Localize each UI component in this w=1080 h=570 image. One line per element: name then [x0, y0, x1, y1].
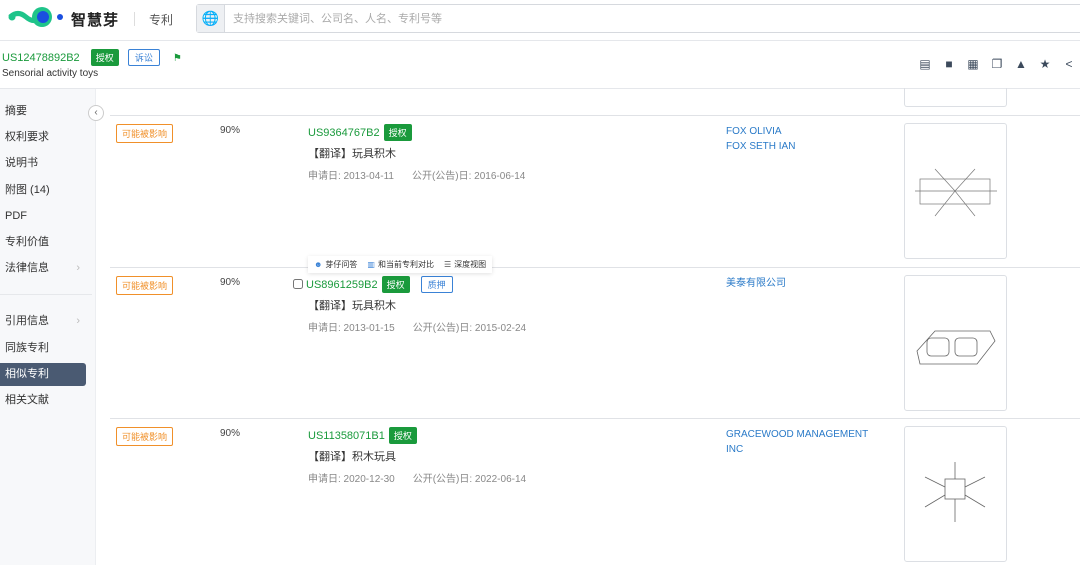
status-badge: 授权 — [383, 124, 412, 141]
patent-drawing-thumbnail[interactable] — [904, 275, 1007, 411]
calendar-icon[interactable]: ▦ — [966, 57, 980, 71]
search-input[interactable] — [225, 5, 1080, 32]
table-row: 可能被影响 90% US9364767B2 授权 【翻译】玩具积木 申请日: 20… — [110, 115, 1080, 267]
assignee-link[interactable]: FOX OLIVIA — [726, 124, 886, 139]
sidebar-item-label: 引用信息 — [5, 315, 49, 327]
qa-button[interactable]: ☻ 芽仔问答 — [314, 259, 357, 270]
sidebar-item-pdf[interactable]: PDF — [0, 205, 86, 228]
patent-drawing-thumbnail[interactable] — [904, 123, 1007, 259]
top-header: 智慧芽 专利 🌐 — [0, 0, 1080, 41]
sidebar: 摘要 权利要求 说明书 附图 (14) PDF 专利价值 法律信息 › 引用信息 ›… — [0, 89, 96, 565]
application-date: 申请日: 2013-01-15 — [308, 323, 395, 334]
label: 芽仔问答 — [325, 260, 358, 269]
sidebar-item-claims[interactable]: 权利要求 — [0, 126, 86, 149]
divider — [134, 12, 135, 26]
patent-header: US12478892B2 授权 诉讼 ⚑ Sensorial activity … — [0, 41, 1080, 89]
patent-drawing-thumbnail[interactable] — [904, 426, 1007, 562]
sidebar-item-figures[interactable]: 附图 (14) — [0, 179, 86, 202]
publication-date: 公开(公告)日: 2022-06-14 — [412, 474, 527, 485]
pdf-download-icon[interactable]: ▤ — [918, 57, 932, 71]
similarity: 90% — [220, 277, 241, 288]
nav-patent[interactable]: 专利 — [149, 11, 173, 28]
similarity: 90% — [220, 428, 241, 439]
sidebar-item-citations[interactable]: 引用信息 › — [0, 310, 86, 333]
pledge-badge: 质押 — [420, 276, 453, 293]
result-title: 【翻译】积木玩具 — [308, 451, 396, 463]
sidebar-item-legal[interactable]: 法律信息 › — [0, 257, 86, 280]
result-title: 【翻译】玩具积木 — [308, 148, 396, 160]
select-checkbox[interactable] — [293, 279, 303, 289]
collapse-sidebar-button[interactable]: ‹ — [88, 105, 104, 121]
divider — [0, 294, 92, 295]
patent-number: US12478892B2 — [2, 52, 80, 64]
sidebar-item-value[interactable]: 专利价值 — [0, 231, 86, 254]
flag-icon[interactable]: ⚑ — [173, 53, 182, 64]
result-patent-number[interactable]: US8961259B2 — [306, 279, 378, 291]
sidebar-item-abstract[interactable]: 摘要 — [0, 100, 86, 123]
result-title: 【翻译】玩具积木 — [308, 300, 396, 312]
assignee-link[interactable]: GRACEWOOD MANAGEMENT INC — [726, 427, 876, 457]
impact-badge: 可能被影响 — [116, 276, 174, 295]
application-date: 申请日: 2020-12-30 — [308, 474, 395, 485]
publication-date: 公开(公告)日: 2015-02-24 — [412, 323, 527, 334]
application-date: 申请日: 2013-04-11 — [308, 171, 394, 182]
label: 深度视图 — [454, 260, 487, 269]
sidebar-item-similar[interactable]: 相似专利 — [0, 363, 86, 386]
impact-badge: 可能被影响 — [116, 427, 174, 446]
star-icon[interactable]: ★ — [1038, 57, 1052, 71]
globe-icon[interactable]: 🌐 — [197, 5, 225, 32]
robot-icon: ☻ — [314, 260, 323, 269]
sidebar-item-family[interactable]: 同族专利 — [0, 337, 86, 360]
similarity: 90% — [220, 125, 241, 136]
impact-badge: 可能被影响 — [116, 124, 174, 143]
sidebar-item-description[interactable]: 说明书 — [0, 152, 86, 175]
folder-icon[interactable]: ■ — [942, 57, 956, 71]
list-icon: ☰ — [443, 260, 452, 269]
status-badge: 授权 — [381, 276, 410, 293]
patent-drawing-thumbnail[interactable] — [904, 88, 1007, 107]
deep-view-button[interactable]: ☰ 深度视图 — [444, 259, 486, 270]
table-row: 可能被影响 90% US11358071B1 授权 【翻译】积木玩具 申请日: 2… — [110, 418, 1080, 570]
status-badge: 授权 — [90, 49, 119, 66]
sidebar-item-label: 法律信息 — [5, 262, 49, 274]
publication-date: 公开(公告)日: 2016-06-14 — [411, 171, 526, 182]
label: 和当前专利对比 — [377, 260, 434, 269]
table-row: 可能被影响 90% US8961259B2 授权 质押 【翻译】玩具积木 申请日:… — [110, 267, 1080, 419]
search-bar: 🌐 — [196, 4, 1080, 33]
compare-button[interactable]: ▥ 和当前专利对比 — [367, 259, 434, 270]
upload-icon[interactable]: ▲ — [1014, 57, 1028, 71]
share-icon[interactable]: < — [1062, 57, 1076, 71]
result-patent-number[interactable]: US9364767B2 — [308, 127, 380, 139]
chevron-right-icon: › — [76, 262, 80, 274]
result-patent-number[interactable]: US11358071B1 — [308, 430, 385, 442]
assignee-link[interactable]: 美泰有限公司 — [726, 276, 886, 291]
copy-icon[interactable]: ❐ — [990, 57, 1004, 71]
hover-toolbar: ☻ 芽仔问答 ▥ 和当前专利对比 ☰ 深度视图 — [308, 256, 493, 273]
status-badge: 授权 — [388, 427, 417, 444]
logo-icon[interactable] — [8, 6, 66, 28]
chevron-right-icon: › — [76, 315, 80, 327]
sidebar-item-literature[interactable]: 相关文献 — [0, 389, 86, 412]
assignee-link[interactable]: FOX SETH IAN — [726, 139, 886, 154]
litigation-badge[interactable]: 诉讼 — [127, 49, 160, 66]
patent-title: Sensorial activity toys — [2, 68, 99, 79]
compare-icon: ▥ — [367, 260, 375, 269]
brand-name: 智慧芽 — [71, 12, 120, 29]
